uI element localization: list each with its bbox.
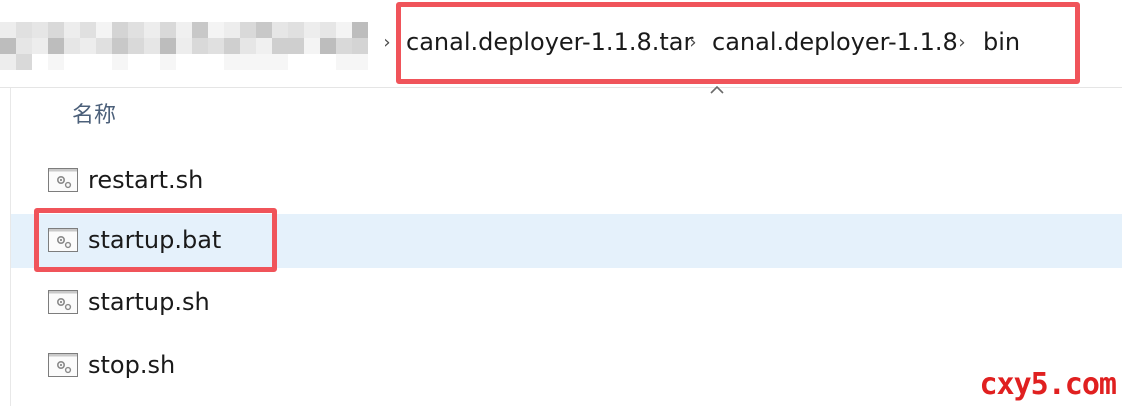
divider [0,87,1122,88]
chevron-up-icon[interactable] [708,84,726,96]
file-row-stop-sh[interactable]: stop.sh [11,339,1122,393]
breadcrumb-item-tar[interactable]: canal.deployer-1.1.8.tar [406,24,693,60]
breadcrumb-item-bin[interactable]: bin [983,24,1020,60]
file-row-startup-sh[interactable]: startup.sh [11,276,1122,330]
script-file-icon [48,168,78,192]
script-file-icon [48,228,78,252]
script-file-icon [48,353,78,377]
script-file-icon [48,290,78,314]
breadcrumb-item-deployer[interactable]: canal.deployer-1.1.8 [712,24,958,60]
file-name: stop.sh [88,351,176,379]
redacted-path [0,22,380,70]
chevron-right-icon[interactable]: › [380,28,394,58]
chevron-right-icon[interactable]: › [686,28,700,58]
column-header-name[interactable]: 名称 [72,98,116,134]
file-row-startup-bat[interactable]: startup.bat [11,214,1122,268]
file-explorer-window: › canal.deployer-1.1.8.tar › canal.deplo… [0,0,1122,406]
watermark: cxy5.com [979,367,1117,402]
file-row-restart-sh[interactable]: restart.sh [11,154,1122,208]
chevron-right-icon[interactable]: › [955,28,969,58]
file-name: startup.bat [88,226,222,254]
file-name: restart.sh [88,166,204,194]
address-bar[interactable]: › canal.deployer-1.1.8.tar › canal.deplo… [0,0,1122,88]
file-name: startup.sh [88,288,210,316]
